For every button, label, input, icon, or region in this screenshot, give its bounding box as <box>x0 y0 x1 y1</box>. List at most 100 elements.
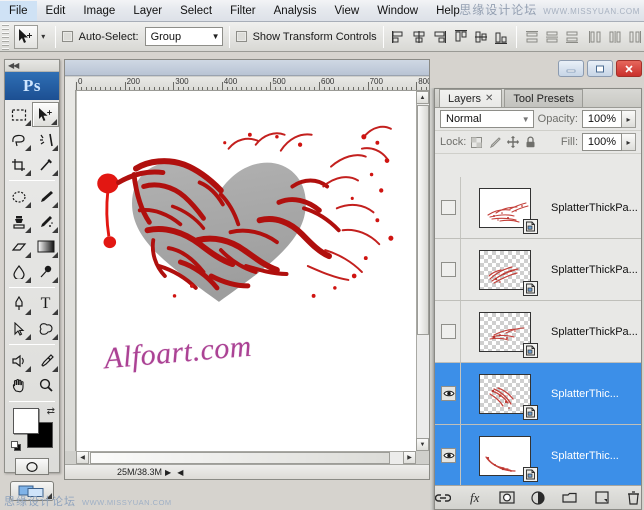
document-title-bar[interactable] <box>65 60 429 76</box>
blur-tool[interactable] <box>5 259 32 284</box>
scroll-up-arrow[interactable]: ▲ <box>416 91 429 104</box>
opacity-slider-arrow[interactable]: ▸ <box>622 110 636 128</box>
align-horizontal-centers-button[interactable] <box>410 28 428 46</box>
distribute-left-edges-button[interactable] <box>586 28 604 46</box>
menu-view[interactable]: View <box>325 1 368 21</box>
close-icon[interactable]: ✕ <box>485 93 493 104</box>
tab-layers[interactable]: Layers ✕ <box>439 89 502 107</box>
menu-file[interactable]: File <box>0 1 37 21</box>
close-button[interactable] <box>616 60 642 77</box>
align-vertical-centers-button[interactable] <box>472 28 490 46</box>
scroll-down-arrow[interactable]: ▼ <box>416 438 429 451</box>
new-layer-icon[interactable] <box>594 490 610 506</box>
status-play-icon[interactable]: ▶ <box>162 468 174 477</box>
brush-tool[interactable] <box>32 184 59 209</box>
lasso-tool[interactable] <box>5 127 32 152</box>
show-transform-checkbox[interactable] <box>236 31 247 42</box>
pen-tool[interactable] <box>5 291 32 316</box>
scroll-right-arrow[interactable]: ▶ <box>403 451 416 464</box>
layer-visibility-cell[interactable] <box>437 425 461 485</box>
menu-help[interactable]: Help <box>427 1 469 21</box>
note-tool[interactable] <box>5 348 32 373</box>
slice-tool[interactable] <box>32 152 59 177</box>
fill-input[interactable]: 100% <box>582 133 622 151</box>
move-tool[interactable] <box>32 102 59 127</box>
layer-visibility-cell[interactable] <box>437 177 461 238</box>
new-group-icon[interactable] <box>562 490 578 506</box>
layer-visibility-cell[interactable] <box>437 301 461 362</box>
default-colors-icon[interactable] <box>11 441 22 452</box>
dodge-tool[interactable] <box>32 259 59 284</box>
distribute-right-edges-button[interactable] <box>626 28 644 46</box>
opacity-input[interactable]: 100% <box>582 110 622 128</box>
distribute-horizontal-centers-button[interactable] <box>606 28 624 46</box>
healing-brush-tool[interactable] <box>5 184 32 209</box>
canvas-vertical-scrollbar[interactable]: ▲ ▼ <box>416 91 429 451</box>
delete-layer-icon[interactable] <box>626 490 642 506</box>
align-top-edges-button[interactable] <box>452 28 470 46</box>
toolbox-collapse-handle[interactable]: ◀◀ <box>5 60 59 72</box>
horizontal-scroll-thumb[interactable] <box>90 452 390 464</box>
eye-hidden-icon[interactable] <box>441 324 456 339</box>
distribute-vertical-centers-button[interactable] <box>543 28 561 46</box>
menu-window[interactable]: Window <box>368 1 427 21</box>
swap-colors-icon[interactable]: ⇄ <box>47 406 55 417</box>
canvas-horizontal-scrollbar[interactable]: ◀ ▶ <box>76 451 416 464</box>
align-left-edges-button[interactable] <box>390 28 408 46</box>
eraser-tool[interactable] <box>5 234 32 259</box>
hand-tool[interactable] <box>5 373 32 398</box>
crop-tool[interactable] <box>5 152 32 177</box>
align-bottom-edges-button[interactable] <box>492 28 510 46</box>
menu-analysis[interactable]: Analysis <box>265 1 326 21</box>
layer-style-fx-icon[interactable]: fx <box>467 490 483 506</box>
quick-mask-button[interactable] <box>15 458 49 475</box>
fill-slider-arrow[interactable]: ▸ <box>622 133 636 151</box>
active-tool-icon[interactable] <box>14 25 38 49</box>
clone-stamp-tool[interactable] <box>5 209 32 234</box>
eye-icon[interactable] <box>441 386 456 401</box>
layer-row[interactable]: SplatterThickPa... <box>435 177 641 239</box>
vertical-scroll-thumb[interactable] <box>417 105 429 335</box>
canvas[interactable]: Alfoart.com <box>76 91 416 451</box>
screen-mode-button[interactable] <box>10 481 54 501</box>
align-right-edges-button[interactable] <box>430 28 448 46</box>
type-tool[interactable]: T <box>32 291 59 316</box>
distribute-bottom-edges-button[interactable] <box>563 28 581 46</box>
zoom-tool[interactable] <box>32 373 59 398</box>
tool-preset-caret[interactable]: ▾ <box>38 25 49 49</box>
eyedropper-tool[interactable] <box>32 348 59 373</box>
custom-shape-tool[interactable] <box>32 316 59 341</box>
status-menu-icon[interactable]: ◀ <box>174 468 186 477</box>
eye-hidden-icon[interactable] <box>441 200 456 215</box>
lock-position-icon[interactable] <box>506 136 519 149</box>
magic-wand-tool[interactable] <box>32 127 59 152</box>
eye-hidden-icon[interactable] <box>441 262 456 277</box>
minimize-button[interactable] <box>558 60 584 77</box>
eye-icon[interactable] <box>441 448 456 463</box>
gradient-tool[interactable] <box>32 234 59 259</box>
layer-list[interactable]: SplatterThickPa...SplatterThickPa... Spla… <box>435 177 641 485</box>
lock-all-icon[interactable] <box>524 136 537 149</box>
add-layer-mask-icon[interactable] <box>499 490 515 506</box>
layer-visibility-cell[interactable] <box>437 363 461 424</box>
history-brush-tool[interactable] <box>32 209 59 234</box>
menu-image[interactable]: Image <box>74 1 124 21</box>
path-selection-tool[interactable] <box>5 316 32 341</box>
distribute-top-edges-button[interactable] <box>523 28 541 46</box>
options-bar-grip[interactable] <box>2 24 9 50</box>
blend-mode-dropdown[interactable]: Normal ▼ <box>440 110 534 128</box>
layer-visibility-cell[interactable] <box>437 239 461 300</box>
lock-transparent-pixels-icon[interactable] <box>470 136 483 149</box>
link-layers-icon[interactable] <box>435 490 451 506</box>
menu-filter[interactable]: Filter <box>221 1 265 21</box>
scroll-left-arrow[interactable]: ◀ <box>76 451 89 464</box>
layer-row[interactable]: SplatterThickPa... <box>435 239 641 301</box>
layer-row[interactable]: SplatterThic... <box>435 363 641 425</box>
menu-layer[interactable]: Layer <box>124 1 171 21</box>
new-adjustment-layer-icon[interactable] <box>531 490 547 506</box>
menu-select[interactable]: Select <box>171 1 221 21</box>
rectangular-marquee-tool[interactable] <box>5 102 32 127</box>
layer-row[interactable]: SplatterThic... <box>435 425 641 485</box>
lock-image-pixels-icon[interactable] <box>488 136 501 149</box>
auto-select-checkbox[interactable] <box>62 31 73 42</box>
